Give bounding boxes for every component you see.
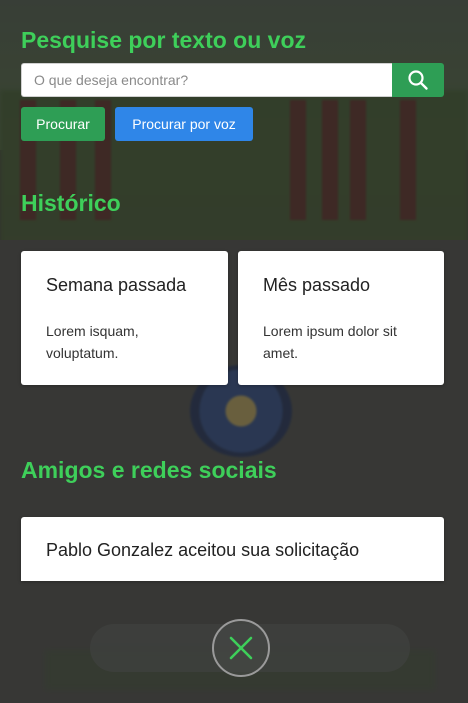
search-section-title: Pesquise por texto ou voz xyxy=(21,27,306,53)
search-bar xyxy=(21,63,444,97)
social-section-title: Amigos e redes sociais xyxy=(21,457,277,483)
card-text: Lorem ipsum dolor sit amet. xyxy=(263,323,397,361)
search-modal: Pesquise por texto ou voz Procurar Procu… xyxy=(0,0,468,703)
card-text: Lorem isquam, voluptatum. xyxy=(46,323,139,361)
search-input[interactable] xyxy=(21,63,392,97)
search-button[interactable]: Procurar xyxy=(21,107,105,141)
card-title: Mês passado xyxy=(263,275,371,295)
close-button[interactable] xyxy=(212,619,270,677)
social-notification-card[interactable]: Pablo Gonzalez aceitou sua solicitação xyxy=(21,517,444,581)
history-section-title: Histórico xyxy=(21,190,121,216)
card-title: Semana passada xyxy=(46,275,187,295)
voice-search-button[interactable]: Procurar por voz xyxy=(115,107,253,141)
search-icon xyxy=(408,70,428,90)
notification-text: Pablo Gonzalez aceitou sua solicitação xyxy=(46,540,360,560)
history-card-last-month[interactable]: Mês passado Lorem ipsum dolor sit amet. xyxy=(238,251,444,385)
close-icon xyxy=(229,636,253,660)
history-card-last-week[interactable]: Semana passada Lorem isquam, voluptatum. xyxy=(21,251,228,385)
search-icon-button[interactable] xyxy=(392,63,444,97)
